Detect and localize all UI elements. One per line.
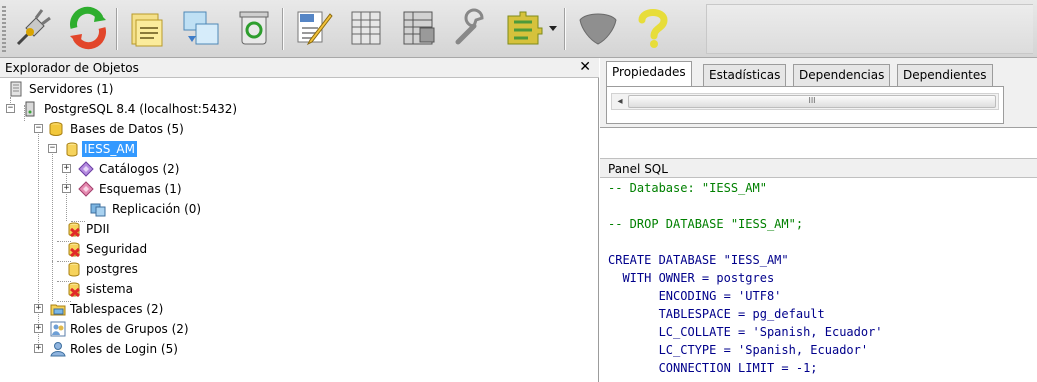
server-icon: [22, 101, 38, 117]
tree-node-label: IESS_AM: [82, 141, 137, 157]
sql-panel-header: Panel SQL: [600, 158, 1037, 178]
databases-icon: [48, 121, 64, 137]
tree-node-label: PostgreSQL 8.4 (localhost:5432): [44, 102, 238, 116]
expand-toggle[interactable]: +: [34, 324, 43, 333]
tablespaces-icon: [50, 301, 66, 317]
sql-panel-title: Panel SQL: [608, 162, 668, 176]
tree-node-postgresql-server[interactable]: − PostgreSQL 8.4 (localhost:5432): [0, 99, 320, 119]
database-disconnected-icon: [66, 281, 82, 297]
tab-dependientes[interactable]: Dependientes: [897, 64, 993, 86]
delete-recycle-icon[interactable]: [232, 6, 276, 50]
view-data-grid-icon[interactable]: [344, 6, 388, 50]
tree-node-label: postgres: [86, 262, 138, 276]
replication-icon: [90, 201, 106, 217]
sql-line: WITH OWNER = postgres: [608, 271, 775, 285]
sql-line: CREATE DATABASE "IESS_AM": [608, 253, 789, 267]
tree-node-iess-am[interactable]: − IESS_AM: [0, 139, 200, 159]
tree-node-servidores[interactable]: Servidores (1): [0, 79, 300, 99]
sql-line: LC_CTYPE = 'Spanish, Ecuador': [608, 343, 869, 357]
filtered-data-grid-icon[interactable]: [396, 6, 440, 50]
login-roles-icon: [50, 341, 66, 357]
object-explorer-title: Explorador de Objetos: [5, 61, 139, 75]
tree-node-label: Seguridad: [86, 242, 148, 256]
scrollbar-grip: III: [808, 96, 816, 105]
tree-node-label: Roles de Grupos (2): [70, 322, 189, 336]
tree-node-label: PDII: [86, 222, 110, 236]
tree-node-roles-de-login[interactable]: + Roles de Login (5): [0, 339, 260, 359]
object-explorer-panel: Explorador de Objetos ✕ Servidores (1) −: [0, 58, 599, 382]
expand-toggle[interactable]: +: [34, 344, 43, 353]
tree-node-label: Replicación (0): [112, 202, 202, 216]
collapse-toggle[interactable]: −: [48, 144, 57, 153]
tab-dependencias[interactable]: Dependencias: [793, 64, 891, 86]
catalogs-icon: [78, 161, 94, 177]
tab-estadisticas[interactable]: Estadísticas: [703, 64, 787, 86]
tree-node-label: Tablespaces (2): [70, 302, 164, 316]
connect-plug-icon[interactable]: [10, 6, 54, 50]
collapse-toggle[interactable]: −: [6, 104, 15, 113]
properties-tab-body: ◂ III: [606, 86, 1004, 124]
properties-panel: Propiedades Estadísticas Dependencias De…: [600, 58, 1037, 382]
object-tree[interactable]: Servidores (1) − PostgreSQL 8.4 (localho…: [0, 79, 598, 382]
maintenance-wrench-icon[interactable]: [448, 6, 492, 50]
servers-icon: [8, 81, 24, 97]
sql-panel-body[interactable]: -- Database: "IESS_AM" -- DROP DATABASE …: [600, 179, 1037, 382]
tree-node-label: Catálogos (2): [99, 162, 180, 176]
tree-node-seguridad[interactable]: Seguridad: [0, 239, 200, 259]
expand-toggle[interactable]: +: [62, 164, 71, 173]
tree-node-catalogos[interactable]: + Catálogos (2): [0, 159, 260, 179]
sql-line: TABLESPACE = pg_default: [608, 307, 825, 321]
properties-tabstrip: Propiedades Estadísticas Dependencias De…: [600, 58, 1037, 128]
object-explorer-header: Explorador de Objetos ✕: [0, 58, 599, 78]
hint-shield-icon[interactable]: [576, 6, 620, 50]
expand-toggle[interactable]: +: [62, 184, 71, 193]
sql-line: ENCODING = 'UTF8': [608, 289, 782, 303]
plugins-dropdown-arrow[interactable]: [546, 20, 560, 36]
group-roles-icon: [50, 321, 66, 337]
toolbar-empty-area: [706, 4, 1033, 54]
expand-toggle[interactable]: +: [34, 304, 43, 313]
tree-node-label: Servidores (1): [29, 82, 114, 96]
sql-line: CONNECTION LIMIT = -1;: [608, 361, 818, 375]
tree-node-roles-de-grupos[interactable]: + Roles de Grupos (2): [0, 319, 260, 339]
tree-node-sistema[interactable]: sistema: [0, 279, 200, 299]
scroll-left-arrow[interactable]: ◂: [613, 95, 627, 108]
tree-node-label: Roles de Login (5): [70, 342, 178, 356]
sql-line: -- Database: "IESS_AM": [608, 181, 767, 195]
tree-node-label: Esquemas (1): [99, 182, 182, 196]
schemas-icon: [78, 181, 94, 197]
main-toolbar: [0, 0, 1037, 58]
scrollbar-thumb[interactable]: III: [628, 95, 996, 108]
tree-node-label: sistema: [86, 282, 133, 296]
toolbar-grip[interactable]: [2, 6, 6, 52]
horizontal-scrollbar[interactable]: ◂ III: [611, 93, 999, 110]
tree-node-replicacion[interactable]: Replicación (0): [0, 199, 260, 219]
sql-line: -- DROP DATABASE "IESS_AM";: [608, 217, 804, 231]
database-icon: [64, 141, 80, 157]
tree-node-esquemas[interactable]: + Esquemas (1): [0, 179, 260, 199]
tree-node-tablespaces[interactable]: + Tablespaces (2): [0, 299, 260, 319]
tree-node-pdii[interactable]: PDII: [0, 219, 200, 239]
close-icon[interactable]: ✕: [579, 59, 591, 75]
database-icon: [66, 261, 82, 277]
sql-editor-icon[interactable]: [292, 6, 336, 50]
properties-folder-icon[interactable]: [124, 6, 168, 50]
tree-node-postgres[interactable]: postgres: [0, 259, 200, 279]
collapse-toggle[interactable]: −: [34, 124, 43, 133]
refresh-icon[interactable]: [66, 6, 110, 50]
tree-node-bases-de-datos[interactable]: − Bases de Datos (5): [0, 119, 260, 139]
plugins-puzzle-icon[interactable]: [502, 6, 546, 50]
database-disconnected-icon: [66, 241, 82, 257]
database-disconnected-icon: [66, 221, 82, 237]
help-question-icon[interactable]: [630, 6, 674, 50]
create-object-icon[interactable]: [178, 6, 222, 50]
tree-node-label: Bases de Datos (5): [70, 122, 184, 136]
tab-propiedades[interactable]: Propiedades: [606, 61, 692, 87]
sql-line: LC_COLLATE = 'Spanish, Ecuador': [608, 325, 883, 339]
